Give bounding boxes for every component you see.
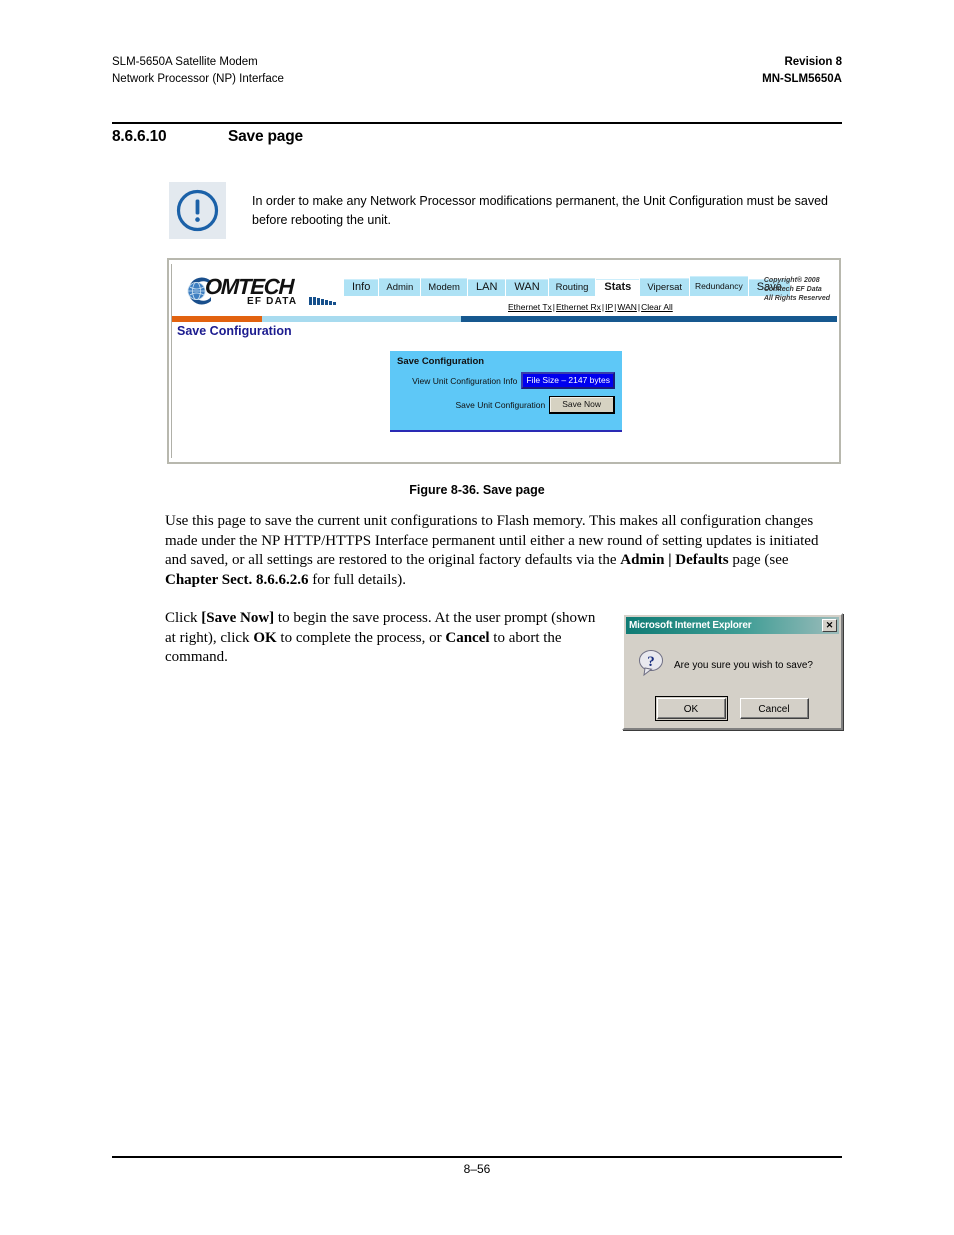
logo-bars-icon xyxy=(309,297,336,305)
para2-bold-save-now: [Save Now] xyxy=(201,610,275,626)
tab-info[interactable]: Info xyxy=(344,279,379,296)
view-config-info-row: View Unit Configuration Info File Size –… xyxy=(397,372,615,389)
footer-divider xyxy=(112,1156,842,1158)
dialog-button-row: OK Cancel xyxy=(624,696,841,721)
dialog-cancel-button[interactable]: Cancel xyxy=(739,698,809,719)
note-callout: In order to make any Network Processor m… xyxy=(169,182,844,239)
tab-lan[interactable]: LAN xyxy=(467,279,506,296)
figure-image: OMTECH EF DATA Info Admin Modem LAN WAN … xyxy=(167,258,841,464)
body-paragraph-2: Click [Save Now] to begin the save proce… xyxy=(165,609,605,668)
header-right-line2: MN-SLM5650A xyxy=(762,73,842,85)
save-panel-title: Save Configuration xyxy=(397,356,485,367)
copyright-line-1: Copyright® 2008 xyxy=(763,277,820,284)
page-number: 8–56 xyxy=(463,1162,491,1176)
save-now-button[interactable]: Save Now xyxy=(549,396,615,414)
header-divider xyxy=(112,122,842,124)
para2-bold-ok: OK xyxy=(253,629,277,646)
browser-page-heading: Save Configuration xyxy=(177,324,292,338)
browser-subnav: Ethernet Tx|Ethernet Rx|IP|WAN|Clear All xyxy=(508,302,673,312)
dialog-ok-button[interactable]: OK xyxy=(654,696,728,721)
body-paragraph-1: Use this page to save the current unit c… xyxy=(165,512,843,590)
view-config-info-label: View Unit Configuration Info xyxy=(412,375,518,386)
logo-subwordmark: EF DATA xyxy=(247,296,298,307)
section-number: 8.6.6.10 xyxy=(112,128,167,145)
save-config-row: Save Unit Configuration Save Now xyxy=(397,396,615,414)
copyright-notice: Copyright® 2008 Comtech EF Data All Righ… xyxy=(764,276,830,303)
comtech-ef-data-logo: OMTECH EF DATA xyxy=(181,273,346,311)
save-config-label: Save Unit Configuration xyxy=(455,400,546,410)
svg-text:?: ? xyxy=(647,654,655,670)
question-mark-bubble-icon: ? xyxy=(636,648,666,683)
dialog-title-bar[interactable]: Microsoft Internet Explorer ✕ xyxy=(626,617,839,634)
file-size-field[interactable]: File Size – 2147 bytes xyxy=(521,372,615,389)
browser-content: Save Configuration Save Configuration Vi… xyxy=(172,322,837,460)
tab-modem[interactable]: Modem xyxy=(421,278,467,296)
tab-vipersat[interactable]: Vipersat xyxy=(640,278,689,296)
dialog-message: Are you sure you wish to save? xyxy=(674,660,813,671)
page-title: 8.6.6.10 Save page xyxy=(112,128,842,146)
para1-text-2: page (see xyxy=(728,552,789,569)
subnav-link-clear-all[interactable]: Clear All xyxy=(641,302,673,312)
copyright-line-2: Comtech EF Data xyxy=(763,286,822,293)
header-left-line1: SLM-5650A Satellite Modem xyxy=(112,56,258,68)
exclamation-circle-icon xyxy=(169,182,226,239)
para1-bold-chapter-ref: Chapter Sect. 8.6.6.2.6 xyxy=(165,571,309,588)
tab-admin[interactable]: Admin xyxy=(379,278,421,296)
save-configuration-panel: Save Configuration View Unit Configurati… xyxy=(390,351,622,432)
para2-text-3: to complete the process, or xyxy=(276,629,446,646)
browser-window: OMTECH EF DATA Info Admin Modem LAN WAN … xyxy=(171,264,837,460)
para1-bold-admin-defaults: Admin | Defaults xyxy=(620,552,729,569)
tab-wan[interactable]: WAN xyxy=(506,279,548,296)
copyright-line-3: All Rights Reserved xyxy=(763,295,830,302)
browser-tab-bar: Info Admin Modem LAN WAN Routing Stats V… xyxy=(344,276,790,296)
note-text: In order to make any Network Processor m… xyxy=(252,194,828,227)
para1-text-3: for full details). xyxy=(308,571,406,588)
section-title: Save page xyxy=(228,128,303,145)
para2-text-1: Click xyxy=(165,610,202,626)
document-header: SLM-5650A Satellite Modem Revision 8 Net… xyxy=(112,54,842,88)
tab-routing[interactable]: Routing xyxy=(548,278,596,296)
tab-stats[interactable]: Stats xyxy=(596,279,640,296)
subnav-link-ethernet-tx[interactable]: Ethernet Tx xyxy=(508,302,552,312)
para2-bold-cancel: Cancel xyxy=(445,629,490,646)
dialog-body: ? Are you sure you wish to save? xyxy=(624,634,841,683)
dialog-title: Microsoft Internet Explorer xyxy=(629,620,752,631)
figure-caption: Figure 8-36. Save page xyxy=(409,483,545,497)
internet-explorer-dialog: Microsoft Internet Explorer ✕ ? Are you … xyxy=(622,613,843,730)
tab-redundancy[interactable]: Redundancy xyxy=(690,276,748,296)
subnav-link-ethernet-rx[interactable]: Ethernet Rx xyxy=(556,302,601,312)
subnav-link-ip[interactable]: IP xyxy=(605,302,613,312)
header-right-line1: Revision 8 xyxy=(784,56,842,68)
browser-nav-band: OMTECH EF DATA Info Admin Modem LAN WAN … xyxy=(172,264,837,316)
header-left-line2: Network Processor (NP) Interface xyxy=(112,73,284,85)
close-icon[interactable]: ✕ xyxy=(822,619,837,632)
subnav-link-wan[interactable]: WAN xyxy=(617,302,637,312)
